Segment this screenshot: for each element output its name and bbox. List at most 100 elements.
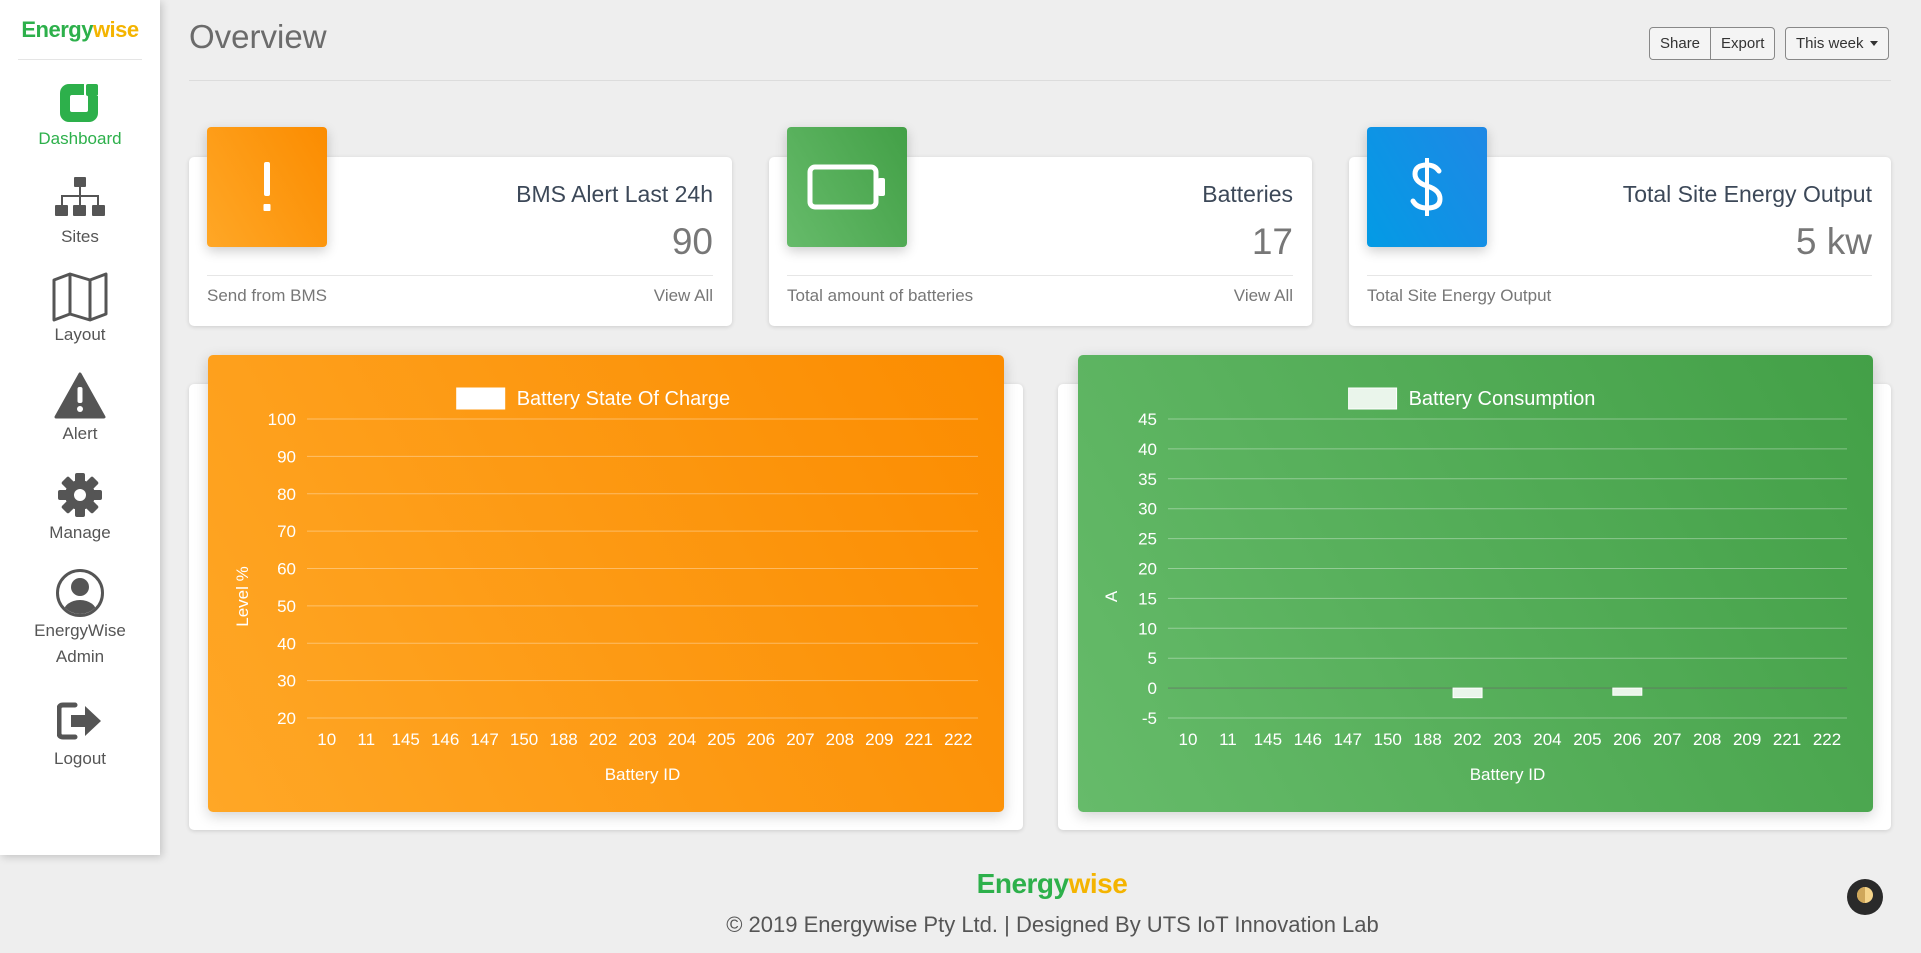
x-tick-label: 145 [391, 730, 419, 749]
stat-value: 17 [1251, 221, 1293, 262]
theme-toggle-button[interactable] [1847, 879, 1883, 915]
share-button[interactable]: Share [1649, 27, 1712, 60]
x-tick-label: 204 [668, 730, 696, 749]
view-all-link[interactable]: View All [654, 286, 713, 306]
x-tick-label: 145 [1254, 730, 1282, 749]
view-all-link[interactable]: View All [1234, 286, 1293, 306]
x-tick-label: 146 [431, 730, 459, 749]
user-circle-icon [52, 568, 108, 618]
stat-card-bms-alerts: BMS Alert Last 24h 90 Send from BMS View… [189, 127, 732, 326]
x-tick-label: 222 [1813, 730, 1841, 749]
stat-title: Total Site Energy Output [1622, 181, 1872, 207]
sidebar-item-logout[interactable]: Logout [0, 696, 160, 772]
x-tick-label: 11 [1219, 730, 1237, 749]
x-tick-label: 203 [1493, 730, 1521, 749]
dollar-icon [1367, 127, 1487, 247]
bar [1452, 687, 1483, 699]
x-tick-label: 150 [1373, 730, 1401, 749]
y-tick-label: 0 [1148, 679, 1157, 698]
stat-title: BMS Alert Last 24h [516, 181, 713, 207]
header-divider [189, 80, 1891, 81]
y-tick-label: 40 [1138, 440, 1157, 459]
date-range-label: This week [1796, 35, 1864, 52]
sidebar-item-manage[interactable]: Manage [0, 470, 160, 546]
x-tick-label: 188 [549, 730, 577, 749]
x-tick-label: 221 [1773, 730, 1801, 749]
x-tick-label: 207 [786, 730, 814, 749]
sidebar-item-label: Alert [62, 424, 98, 443]
brand-logo[interactable]: Energywise [18, 0, 142, 60]
legend-label: Battery Consumption [1409, 388, 1596, 410]
x-tick-label: 146 [1294, 730, 1322, 749]
x-tick-label: 208 [1693, 730, 1721, 749]
sidebar-item-label: Layout [54, 325, 106, 344]
y-tick-label: -5 [1142, 709, 1157, 728]
y-tick-label: 25 [1138, 530, 1157, 549]
x-tick-label: 209 [1733, 730, 1761, 749]
y-tick-label: 70 [277, 522, 296, 541]
legend-swatch [1348, 387, 1398, 410]
x-tick-label: 207 [1653, 730, 1681, 749]
legend-swatch [456, 387, 506, 410]
sidebar-item-alert[interactable]: Alert [0, 371, 160, 447]
gear-icon [52, 470, 108, 520]
x-tick-label: 203 [628, 730, 656, 749]
x-tick-label: 205 [707, 730, 735, 749]
x-tick-label: 204 [1533, 730, 1561, 749]
x-tick-label: 147 [1334, 730, 1362, 749]
stat-value: 90 [671, 221, 713, 262]
sidebar-item-sites[interactable]: Sites [0, 174, 160, 250]
y-tick-label: 80 [277, 485, 296, 504]
y-tick-label: 20 [277, 709, 296, 728]
y-tick-label: 35 [1138, 470, 1157, 489]
sidebar-item-label: Dashboard [38, 129, 122, 148]
sidebar-item-label: Sites [61, 227, 99, 246]
y-tick-label: 40 [277, 634, 296, 653]
x-tick-label: 208 [826, 730, 854, 749]
chart-panel-state-of-charge: Battery State Of Charge 20 30 40 50 60 70 80 90 1… [208, 355, 1004, 812]
y-tick-label: 5 [1148, 649, 1157, 668]
logout-icon [52, 696, 108, 746]
legend-label: Battery State Of Charge [517, 388, 730, 410]
x-tick-label: 11 [357, 730, 375, 749]
x-tick-label: 222 [944, 730, 972, 749]
x-tick-label: 202 [1453, 730, 1481, 749]
theme-toggle-icon [1855, 885, 1875, 910]
consumption-chart: Battery Consumption -5 0 5 10 15 20 25 30 35 40 45 1… [1102, 387, 1847, 784]
sidebar-item-dashboard[interactable]: Dashboard [0, 76, 160, 152]
sidebar-item-admin[interactable]: EnergyWise Admin [0, 568, 160, 670]
x-tick-label: 206 [1613, 730, 1641, 749]
page-title: Overview [189, 18, 327, 55]
x-tick-label: 209 [865, 730, 893, 749]
bar [1612, 687, 1643, 696]
stat-footer-text: Send from BMS [207, 286, 327, 305]
y-tick-label: 50 [277, 597, 296, 616]
sidebar-item-label: EnergyWise [34, 621, 126, 640]
chart-panel-consumption: Battery Consumption -5 0 5 10 15 20 25 30 35 40 45 1… [1078, 355, 1873, 812]
x-tick-label: 147 [470, 730, 498, 749]
exclamation-icon [207, 127, 327, 247]
footer-logo: Energywise [976, 868, 1128, 899]
chart-card-consumption: Battery Consumption -5 0 5 10 15 20 25 30 35 40 45 1… [1058, 355, 1891, 830]
sidebar-item-label-line2: Admin [55, 647, 105, 666]
x-tick-label: 150 [510, 730, 538, 749]
date-range-dropdown[interactable]: This week [1785, 27, 1889, 60]
stat-footer: Send from BMS View All [207, 275, 713, 306]
stat-card-batteries: Batteries 17 Total amount of batteries V… [769, 127, 1312, 326]
sidebar-item-label: Logout [54, 749, 106, 768]
logo-text: Energywise [21, 16, 139, 42]
state-of-charge-chart: Battery State Of Charge 20 30 40 50 60 70 80 90 1… [233, 387, 978, 784]
chart-card-state-of-charge: Battery State Of Charge 20 30 40 50 60 70 80 90 1… [189, 355, 1023, 830]
stat-card-energy-output: Total Site Energy Output 5 kw Total Site… [1349, 127, 1891, 326]
stat-title: Batteries [1202, 181, 1293, 207]
sidebar-item-layout[interactable]: Layout [0, 272, 160, 348]
y-tick-label: 60 [277, 560, 296, 579]
stat-footer: Total Site Energy Output [1367, 275, 1872, 306]
battery-icon [787, 127, 907, 247]
x-tick-label: 206 [747, 730, 775, 749]
x-tick-label: 221 [905, 730, 933, 749]
y-tick-label: 100 [268, 410, 296, 429]
y-axis-title: Level % [233, 566, 252, 626]
export-button[interactable]: Export [1711, 27, 1776, 60]
sitemap-icon [52, 174, 108, 224]
